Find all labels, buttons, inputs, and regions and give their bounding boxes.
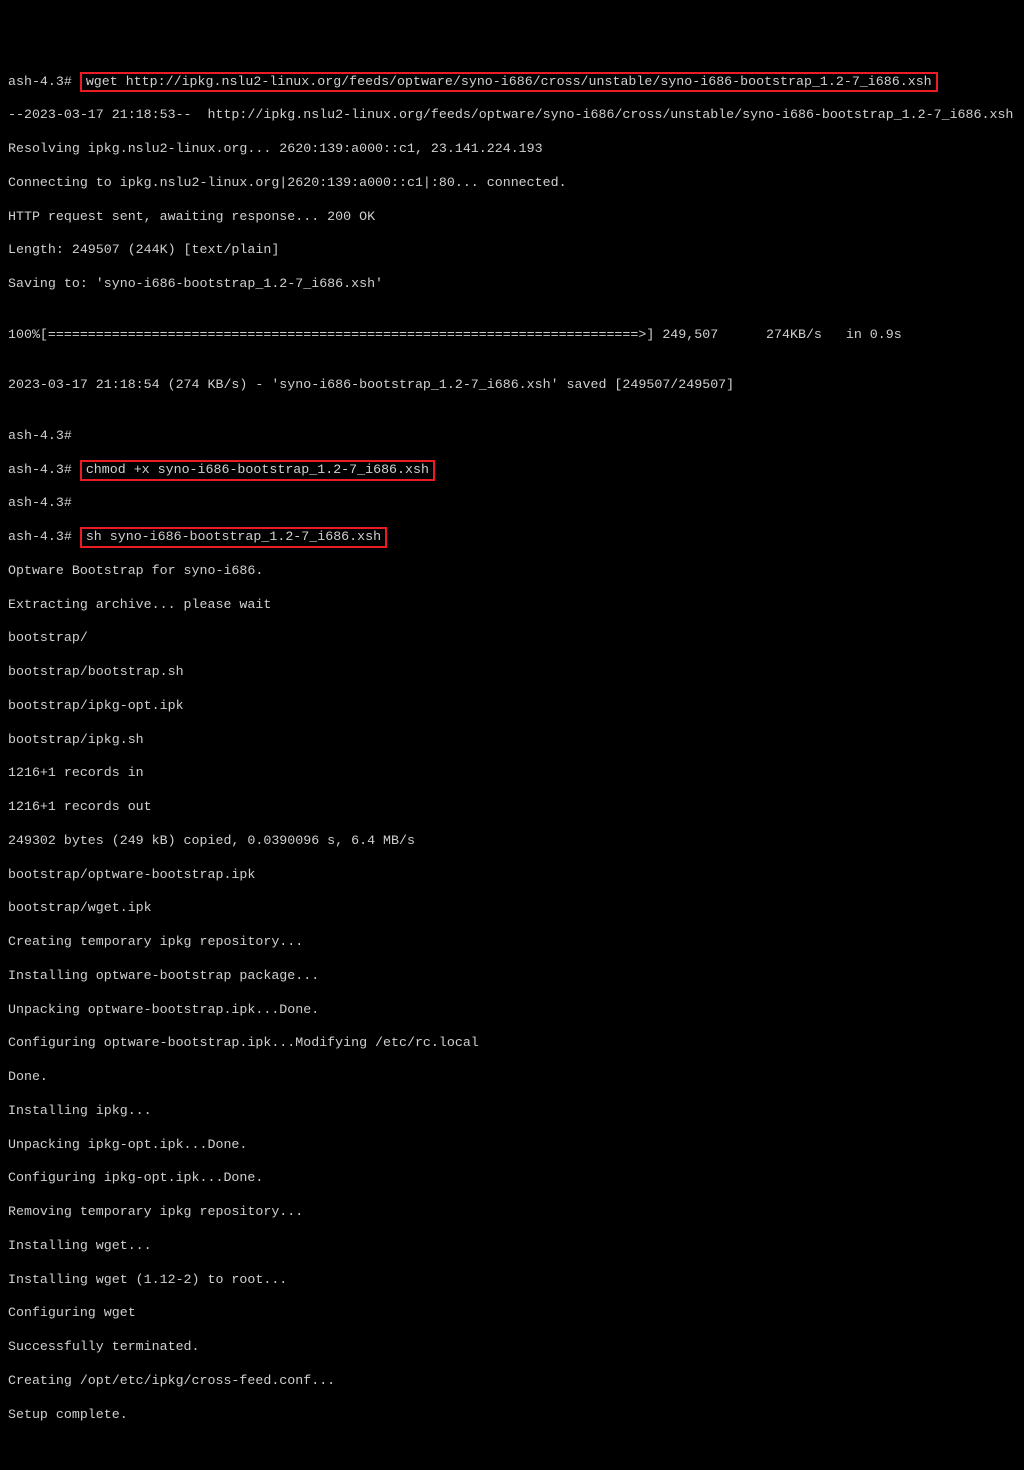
terminal-line: ash-4.3# chmod +x syno-i686-bootstrap_1.… [8,462,1016,479]
terminal-output: 249302 bytes (249 kB) copied, 0.0390096 … [8,833,1016,850]
terminal-output: Resolving ipkg.nslu2-linux.org... 2620:1… [8,141,1016,158]
shell-prompt: ash-4.3# [8,428,72,443]
terminal-line: ash-4.3# [8,428,1016,445]
terminal-output: Configuring ipkg-opt.ipk...Done. [8,1170,1016,1187]
terminal-output: Installing optware-bootstrap package... [8,968,1016,985]
terminal-output: 100%[===================================… [8,327,1016,344]
terminal-output: Unpacking optware-bootstrap.ipk...Done. [8,1002,1016,1019]
terminal-output: Extracting archive... please wait [8,597,1016,614]
terminal-line: ash-4.3# [8,495,1016,512]
terminal-output: HTTP request sent, awaiting response... … [8,209,1016,226]
terminal-output: Successfully terminated. [8,1339,1016,1356]
terminal-output: Setup complete. [8,1407,1016,1424]
terminal-output: bootstrap/ipkg.sh [8,732,1016,749]
command-chmod: chmod +x syno-i686-bootstrap_1.2-7_i686.… [86,462,429,477]
terminal-output: bootstrap/wget.ipk [8,900,1016,917]
terminal-output: Optware Bootstrap for syno-i686. [8,563,1016,580]
terminal-output: Saving to: 'syno-i686-bootstrap_1.2-7_i6… [8,276,1016,293]
terminal-output: bootstrap/bootstrap.sh [8,664,1016,681]
terminal-output: 2023-03-17 21:18:54 (274 KB/s) - 'syno-i… [8,377,1016,394]
command-wget: wget http://ipkg.nslu2-linux.org/feeds/o… [86,74,932,89]
terminal-output: 1216+1 records out [8,799,1016,816]
command-sh: sh syno-i686-bootstrap_1.2-7_i686.xsh [86,529,381,544]
terminal-output: Creating temporary ipkg repository... [8,934,1016,951]
terminal-output: Configuring wget [8,1305,1016,1322]
terminal-output: Connecting to ipkg.nslu2-linux.org|2620:… [8,175,1016,192]
terminal-output: Unpacking ipkg-opt.ipk...Done. [8,1137,1016,1154]
terminal-output: Length: 249507 (244K) [text/plain] [8,242,1016,259]
terminal-output: --2023-03-17 21:18:53-- http://ipkg.nslu… [8,107,1016,124]
terminal-output: bootstrap/ipkg-opt.ipk [8,698,1016,715]
terminal-output: Configuring optware-bootstrap.ipk...Modi… [8,1035,1016,1052]
terminal-line: ash-4.3# sh syno-i686-bootstrap_1.2-7_i6… [8,529,1016,546]
terminal-output: bootstrap/optware-bootstrap.ipk [8,867,1016,884]
shell-prompt: ash-4.3# [8,529,72,544]
terminal-line: ash-4.3# wget http://ipkg.nslu2-linux.or… [8,74,1016,91]
terminal-output: Creating /opt/etc/ipkg/cross-feed.conf..… [8,1373,1016,1390]
shell-prompt: ash-4.3# [8,74,72,89]
shell-prompt: ash-4.3# [8,495,72,510]
terminal-output: Installing wget (1.12-2) to root... [8,1272,1016,1289]
terminal-output: 1216+1 records in [8,765,1016,782]
command-highlight-wget: wget http://ipkg.nslu2-linux.org/feeds/o… [80,72,938,93]
terminal-output: Installing wget... [8,1238,1016,1255]
command-highlight-sh: sh syno-i686-bootstrap_1.2-7_i686.xsh [80,527,387,548]
terminal-output: bootstrap/ [8,630,1016,647]
terminal-output: Removing temporary ipkg repository... [8,1204,1016,1221]
terminal-output: Installing ipkg... [8,1103,1016,1120]
shell-prompt: ash-4.3# [8,462,72,477]
terminal-output: Done. [8,1069,1016,1086]
command-highlight-chmod: chmod +x syno-i686-bootstrap_1.2-7_i686.… [80,460,435,481]
